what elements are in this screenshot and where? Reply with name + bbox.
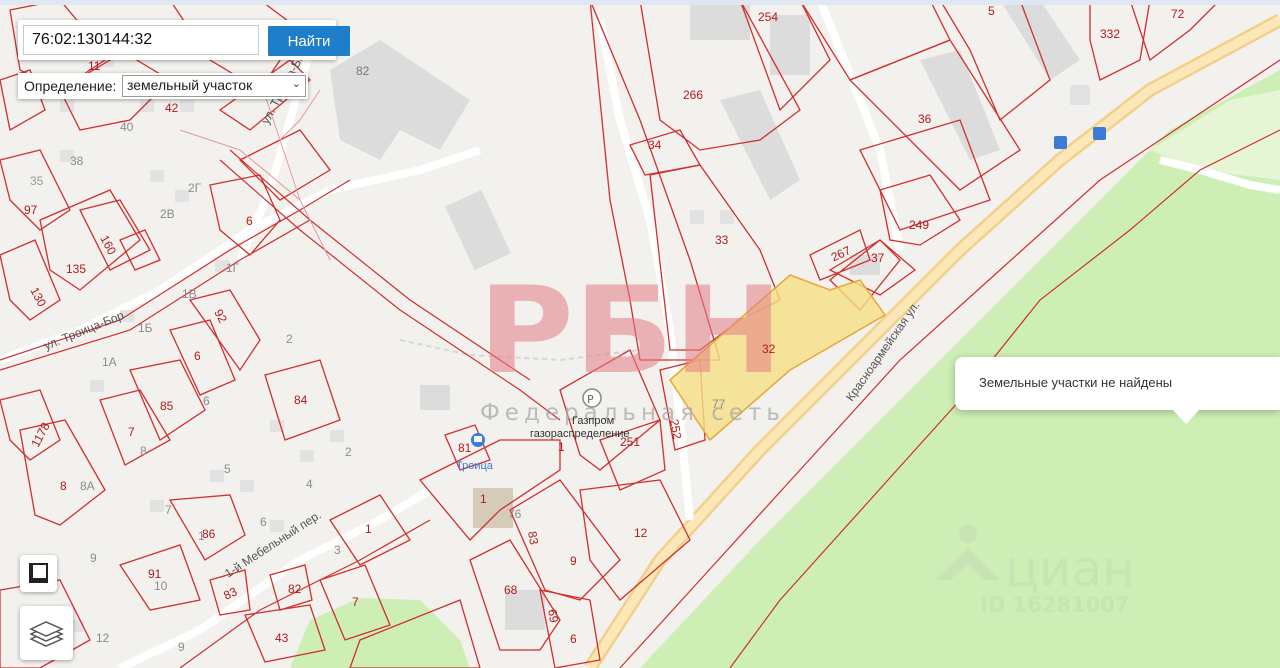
- svg-text:32: 32: [762, 342, 776, 356]
- poi-label-troitsa: Троица: [456, 460, 494, 472]
- svg-text:8А: 8А: [80, 479, 95, 493]
- svg-text:ID 16281007: ID 16281007: [980, 593, 1129, 617]
- cadastral-number-input[interactable]: [23, 25, 259, 55]
- poi-label-gazprom: Газпром: [572, 415, 614, 427]
- svg-text:6: 6: [203, 394, 210, 408]
- gas-company-icon[interactable]: P: [582, 388, 602, 408]
- svg-text:1: 1: [558, 440, 565, 454]
- definition-select[interactable]: земельный участок ⌄: [122, 75, 306, 97]
- svg-text:12: 12: [634, 526, 648, 540]
- svg-text:циан: циан: [1005, 540, 1135, 598]
- svg-text:1А: 1А: [102, 355, 117, 369]
- svg-text:3: 3: [334, 543, 341, 557]
- poi-label-gas-distribution: газораспределение: [530, 428, 630, 440]
- svg-text:1: 1: [480, 492, 487, 506]
- svg-text:82: 82: [288, 582, 302, 596]
- svg-text:254: 254: [758, 10, 778, 24]
- svg-text:69: 69: [545, 608, 561, 624]
- cadastral-map[interactable]: РБН Федеральная сеть циан ID 16281007 ул…: [0, 5, 1280, 668]
- svg-text:249: 249: [909, 218, 929, 232]
- svg-text:7: 7: [352, 595, 359, 609]
- svg-text:40: 40: [120, 120, 134, 134]
- svg-text:251: 251: [620, 435, 640, 449]
- svg-text:8: 8: [60, 479, 67, 493]
- svg-text:6: 6: [260, 515, 267, 529]
- svg-text:1: 1: [365, 522, 372, 536]
- fullscreen-icon: [29, 563, 48, 583]
- rbn-watermark: РБН Федеральная сеть: [478, 262, 785, 426]
- svg-text:9: 9: [90, 551, 97, 565]
- svg-text:1Б: 1Б: [138, 321, 153, 335]
- svg-text:7: 7: [165, 503, 172, 517]
- layers-icon: [29, 621, 64, 647]
- svg-text:83: 83: [525, 530, 541, 546]
- svg-text:135: 135: [66, 262, 86, 276]
- definition-panel: Определение: земельный участок ⌄: [18, 73, 308, 99]
- svg-text:35: 35: [30, 174, 44, 188]
- svg-text:42: 42: [165, 101, 179, 115]
- svg-text:P: P: [587, 393, 594, 406]
- popup-message: Земельные участки не найдены: [979, 375, 1173, 390]
- svg-text:5: 5: [988, 5, 995, 18]
- svg-text:266: 266: [683, 88, 703, 102]
- svg-text:1: 1: [198, 529, 205, 543]
- svg-text:72: 72: [1171, 7, 1185, 21]
- layers-button[interactable]: [20, 606, 73, 660]
- svg-text:2: 2: [345, 445, 352, 459]
- svg-text:38: 38: [70, 154, 84, 168]
- svg-text:34: 34: [648, 138, 662, 152]
- chevron-down-icon: ⌄: [291, 78, 301, 90]
- search-panel: Найти: [18, 20, 350, 60]
- svg-text:43: 43: [275, 631, 289, 645]
- svg-text:9: 9: [178, 640, 185, 654]
- svg-text:68: 68: [504, 583, 518, 597]
- svg-text:97: 97: [24, 203, 38, 217]
- svg-text:Федеральная сеть: Федеральная сеть: [480, 400, 785, 426]
- svg-text:5: 5: [224, 462, 231, 476]
- svg-text:РБН: РБН: [478, 262, 783, 401]
- svg-text:9: 9: [570, 554, 577, 568]
- svg-text:12: 12: [96, 631, 110, 645]
- svg-text:10: 10: [154, 579, 168, 593]
- svg-text:84: 84: [294, 393, 308, 407]
- svg-text:2: 2: [286, 332, 293, 346]
- info-popup: Земельные участки не найдены: [955, 357, 1280, 424]
- svg-text:4: 4: [306, 477, 313, 491]
- svg-text:6: 6: [246, 214, 253, 228]
- fullscreen-button[interactable]: [20, 555, 57, 592]
- definition-selected-value: земельный участок: [127, 77, 253, 93]
- svg-text:82: 82: [356, 64, 370, 78]
- svg-text:33: 33: [715, 233, 729, 247]
- svg-text:2В: 2В: [160, 207, 175, 221]
- svg-text:1Г: 1Г: [226, 261, 240, 275]
- svg-text:7: 7: [128, 425, 135, 439]
- find-button[interactable]: Найти: [268, 26, 350, 56]
- svg-text:11: 11: [88, 59, 101, 73]
- svg-text:2Г: 2Г: [188, 181, 202, 195]
- bus-stop-icon[interactable]: [471, 433, 485, 447]
- popup-tail: [1172, 409, 1200, 424]
- svg-text:6: 6: [194, 349, 201, 363]
- svg-text:332: 332: [1100, 27, 1120, 41]
- svg-text:1В: 1В: [182, 287, 197, 301]
- svg-text:85: 85: [160, 399, 174, 413]
- svg-text:36: 36: [918, 112, 932, 126]
- svg-text:6: 6: [570, 632, 577, 646]
- svg-text:8: 8: [140, 444, 147, 458]
- svg-text:77: 77: [712, 397, 726, 411]
- svg-text:76: 76: [508, 507, 522, 521]
- definition-label: Определение:: [24, 78, 117, 94]
- svg-text:37: 37: [871, 251, 885, 265]
- svg-text:81: 81: [458, 441, 472, 455]
